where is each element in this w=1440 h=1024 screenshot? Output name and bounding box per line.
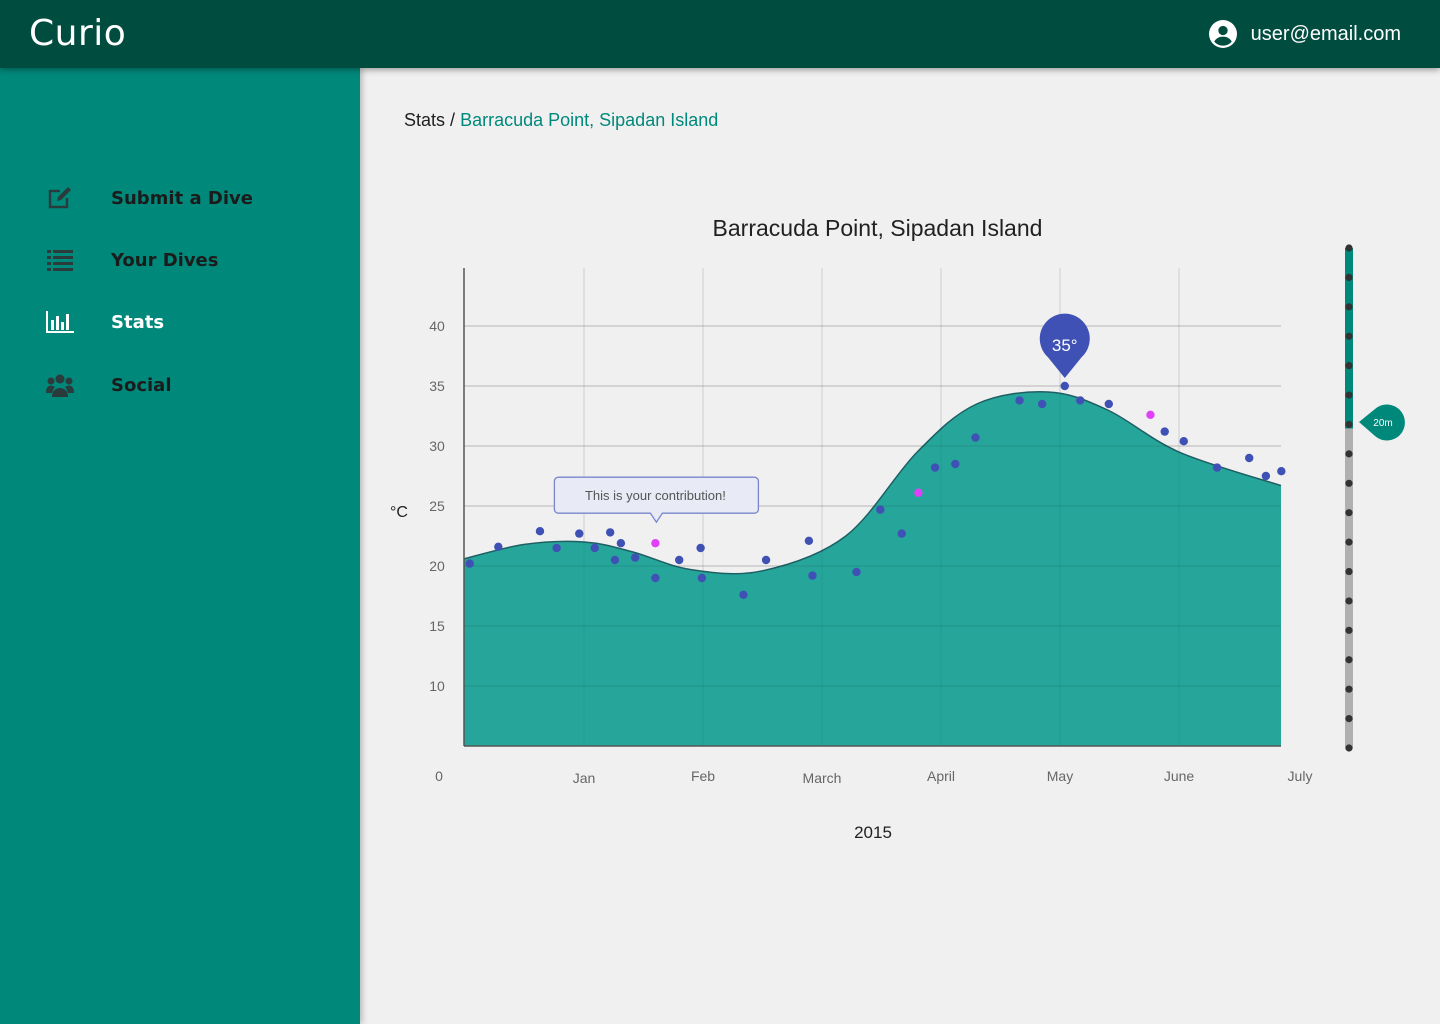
- data-point[interactable]: [808, 571, 817, 580]
- sidebar-item-label: Submit a Dive: [111, 187, 253, 209]
- depth-tick[interactable]: [1345, 567, 1353, 576]
- y-tick-label: 10: [429, 678, 445, 694]
- y-tick-label: 25: [429, 498, 445, 514]
- data-point[interactable]: [1160, 427, 1169, 436]
- temperature-chart: Barracuda Point, Sipadan Island 10 15 20 25 3…: [390, 215, 1405, 842]
- user-email: user@email.com: [1250, 23, 1401, 45]
- list-icon: [45, 245, 75, 275]
- sidebar-item-label: Your Dives: [111, 249, 219, 271]
- depth-tick[interactable]: [1345, 656, 1353, 664]
- depth-selector-label: 20m: [1373, 418, 1392, 429]
- data-point[interactable]: [590, 543, 599, 553]
- depth-tick[interactable]: [1345, 744, 1353, 752]
- data-point[interactable]: [1076, 396, 1085, 405]
- data-point[interactable]: [739, 590, 748, 599]
- temperature-area: [464, 391, 1281, 746]
- y-tick-label: 20: [429, 558, 445, 574]
- data-point[interactable]: [535, 527, 545, 536]
- data-point[interactable]: [761, 555, 771, 565]
- sidebar-item-submit-dive[interactable]: Submit a Dive: [0, 173, 360, 223]
- data-point[interactable]: [465, 559, 474, 568]
- y-tick-label: 30: [429, 438, 445, 454]
- app-header: Curio user@email.com: [0, 0, 1440, 68]
- depth-tick[interactable]: [1345, 685, 1353, 693]
- data-point[interactable]: [1245, 453, 1254, 463]
- y-tick-label: 40: [429, 318, 445, 334]
- chart-title: Barracuda Point, Sipadan Island: [713, 215, 1043, 241]
- data-point[interactable]: [1277, 467, 1286, 476]
- x-axis-label: 2015: [854, 823, 892, 842]
- data-point[interactable]: [552, 543, 561, 553]
- data-point[interactable]: [852, 567, 861, 577]
- y-tick-label: 0: [435, 768, 443, 784]
- data-point[interactable]: [1104, 399, 1113, 409]
- depth-tick[interactable]: [1345, 391, 1353, 399]
- x-tick-label: March: [803, 770, 842, 786]
- data-point[interactable]: [804, 536, 814, 545]
- user-menu[interactable]: user@email.com: [1208, 19, 1401, 49]
- depth-tick[interactable]: [1345, 538, 1353, 546]
- x-tick-label: July: [1288, 768, 1313, 784]
- contribution-tooltip-text: This is your contribution!: [585, 488, 726, 503]
- bar-chart-icon: [45, 307, 75, 337]
- data-point[interactable]: [610, 555, 620, 565]
- y-axis-label: °C: [390, 504, 408, 521]
- sidebar-item-label: Stats: [111, 311, 165, 333]
- group-icon: [45, 370, 75, 400]
- data-point[interactable]: [951, 459, 960, 469]
- contribution-point[interactable]: [651, 539, 660, 548]
- contribution-point[interactable]: [914, 488, 923, 497]
- data-point[interactable]: [1037, 399, 1047, 409]
- depth-tick[interactable]: [1345, 332, 1353, 340]
- data-point[interactable]: [696, 543, 705, 553]
- peak-marker-label: 35°: [1052, 336, 1078, 355]
- data-point[interactable]: [1179, 437, 1188, 446]
- data-point[interactable]: [971, 433, 980, 442]
- depth-tick[interactable]: [1345, 714, 1353, 723]
- depth-tick[interactable]: [1345, 273, 1353, 282]
- x-tick-label: Jan: [573, 770, 596, 786]
- data-point[interactable]: [697, 573, 707, 583]
- depth-tick[interactable]: [1345, 597, 1353, 605]
- depth-tick[interactable]: [1345, 244, 1353, 252]
- data-point[interactable]: [897, 529, 906, 538]
- x-tick-label: April: [927, 768, 955, 784]
- data-point[interactable]: [1060, 381, 1069, 391]
- data-point[interactable]: [651, 573, 660, 583]
- data-point[interactable]: [930, 463, 940, 472]
- app-brand[interactable]: Curio: [29, 14, 126, 54]
- contribution-point[interactable]: [1146, 410, 1155, 419]
- x-tick-label: Feb: [691, 768, 715, 784]
- data-point[interactable]: [630, 553, 640, 562]
- data-point[interactable]: [1261, 471, 1271, 481]
- depth-tick[interactable]: [1345, 509, 1353, 517]
- sidebar-item-stats[interactable]: Stats: [0, 297, 360, 347]
- y-tick-label: 15: [429, 618, 445, 634]
- edit-icon: [45, 183, 75, 213]
- data-point[interactable]: [605, 528, 615, 537]
- sidebar: Submit a Dive Your Dives Stats Social: [0, 68, 360, 1024]
- data-point[interactable]: [1015, 396, 1024, 405]
- depth-tick[interactable]: [1345, 420, 1353, 429]
- data-point[interactable]: [616, 539, 626, 548]
- y-tick-label: 35: [429, 378, 445, 394]
- depth-tick[interactable]: [1345, 362, 1353, 370]
- sidebar-item-label: Social: [111, 374, 172, 396]
- account-circle-icon: [1208, 20, 1237, 48]
- x-tick-label: June: [1164, 768, 1195, 784]
- depth-tick[interactable]: [1345, 450, 1353, 458]
- data-point[interactable]: [1212, 463, 1222, 472]
- sidebar-item-your-dives[interactable]: Your Dives: [0, 235, 360, 285]
- sidebar-item-social[interactable]: Social: [0, 360, 360, 410]
- data-point[interactable]: [675, 555, 684, 565]
- x-tick-label: May: [1047, 768, 1073, 784]
- data-point[interactable]: [575, 529, 584, 538]
- data-point[interactable]: [876, 505, 885, 514]
- depth-tick[interactable]: [1345, 626, 1353, 634]
- depth-scale-track[interactable]: [1345, 428, 1353, 748]
- depth-tick[interactable]: [1345, 479, 1353, 487]
- data-point[interactable]: [494, 542, 503, 551]
- depth-tick[interactable]: [1345, 303, 1353, 311]
